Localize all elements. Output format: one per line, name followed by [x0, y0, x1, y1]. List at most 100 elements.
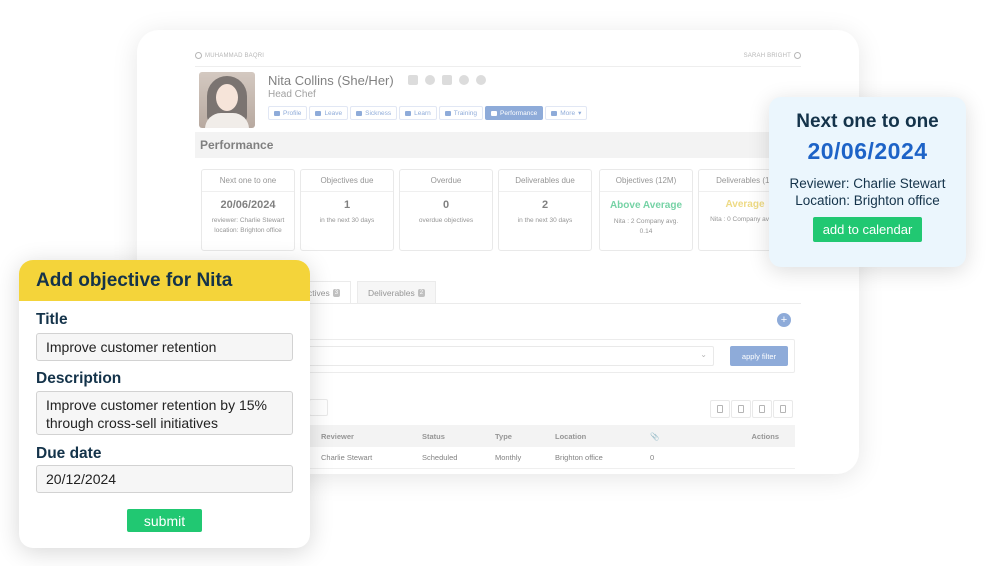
- gauge-icon: [491, 110, 498, 116]
- column-header-location[interactable]: Location: [555, 425, 586, 447]
- stat-card-objectives-due[interactable]: Objectives due 1 in the next 30 days: [300, 169, 394, 251]
- training-icon: [444, 110, 451, 116]
- divider: [195, 66, 801, 67]
- description-textarea[interactable]: Improve customer retention by 15% throug…: [36, 391, 293, 435]
- meeting-date: 20/06/2024: [807, 138, 928, 164]
- copy-button[interactable]: [710, 400, 730, 418]
- tab-learn[interactable]: Learn: [399, 106, 437, 120]
- apply-filter-button[interactable]: apply filter: [730, 346, 788, 366]
- stat-heading: Overdue: [400, 170, 492, 192]
- add-button[interactable]: +: [777, 313, 791, 327]
- cell-type: Monthly: [495, 453, 522, 462]
- table-header: Reviewer Status Type Location 📎 Actions: [309, 425, 795, 447]
- tab-profile[interactable]: Profile: [268, 106, 308, 120]
- stat-value: 2: [541, 199, 549, 211]
- next-employee-link[interactable]: SARAH BRIGHT: [744, 52, 801, 59]
- more-icon: [551, 110, 558, 116]
- stat-subtext: Nita : 2 Company avg. 0.14: [613, 218, 679, 235]
- laptop-icon: [405, 110, 412, 116]
- export-csv-button[interactable]: [731, 400, 751, 418]
- avatar: [199, 72, 255, 128]
- next-one-to-one-card: Next one to one 20/06/2024 Reviewer: Cha…: [769, 97, 966, 267]
- file-icon: [759, 405, 765, 413]
- tab-label: ctives: [308, 287, 330, 298]
- form-title: Add objective for Nita: [19, 260, 310, 301]
- table-row[interactable]: Charlie Stewart Scheduled Monthly Bright…: [309, 447, 795, 469]
- next-employee-name: SARAH BRIGHT: [743, 52, 791, 59]
- due-date-input[interactable]: 20/12/2024: [36, 465, 293, 493]
- user-icon: [274, 110, 280, 116]
- stat-subtext: in the next 30 days: [319, 217, 375, 224]
- stat-value: 1: [343, 199, 351, 211]
- file-icon: [780, 405, 786, 413]
- chevron-down-icon: ▾: [578, 110, 582, 117]
- profile-tabs: Profile Leave Sickness Learn Training Pe…: [268, 106, 588, 120]
- cell-location: Brighton office: [555, 453, 603, 462]
- tab-training[interactable]: Training: [438, 106, 484, 120]
- tab-label: More: [560, 109, 576, 117]
- stat-value: 0: [442, 199, 450, 211]
- due-date-label: Due date: [36, 445, 102, 462]
- previous-employee-link[interactable]: MUHAMMAD BAQRI: [195, 52, 264, 59]
- medical-icon: [356, 110, 363, 116]
- chevron-down-icon: ⌄: [700, 350, 707, 359]
- tab-label: Learn: [414, 109, 431, 117]
- cell-status: Scheduled: [422, 453, 458, 462]
- tab-leave[interactable]: Leave: [309, 106, 349, 120]
- export-buttons: [710, 400, 793, 418]
- cell-reviewer: Charlie Stewart: [321, 453, 373, 462]
- column-header-reviewer[interactable]: Reviewer: [321, 425, 354, 447]
- column-header-actions: Actions: [751, 431, 779, 441]
- stat-card-next-one-to-one[interactable]: Next one to one 20/06/2024 reviewer: Cha…: [201, 169, 295, 251]
- tab-sickness[interactable]: Sickness: [350, 106, 398, 120]
- title-label: Title: [36, 311, 68, 328]
- count-badge: 3: [332, 288, 341, 297]
- tab-performance[interactable]: Performance: [485, 106, 544, 120]
- tab-label: Deliverables: [368, 287, 415, 298]
- stat-value: 20/06/2024: [220, 199, 276, 211]
- chevron-left-icon: [195, 52, 202, 59]
- stat-card-deliverables-due[interactable]: Deliverables due 2 in the next 30 days: [498, 169, 592, 251]
- submit-button[interactable]: submit: [127, 509, 202, 532]
- stat-heading: Objectives (12M): [600, 170, 692, 192]
- stat-heading: Objectives due: [301, 170, 393, 192]
- column-header-status[interactable]: Status: [422, 425, 445, 447]
- meeting-location: Location: Brighton office: [795, 193, 940, 208]
- title-input[interactable]: Improve customer retention: [36, 333, 293, 361]
- filter-select[interactable]: ⌄: [307, 346, 714, 366]
- eye-icon[interactable]: [459, 75, 469, 85]
- tab-label: Sickness: [365, 109, 392, 117]
- briefcase-icon[interactable]: [408, 75, 418, 85]
- card-title: Next one to one: [796, 111, 939, 132]
- column-header-type[interactable]: Type: [495, 425, 512, 447]
- export-excel-button[interactable]: [752, 400, 772, 418]
- stat-heading: Deliverables due: [499, 170, 591, 192]
- lock-icon[interactable]: [442, 75, 452, 85]
- section-title: Performance: [195, 132, 801, 158]
- tab-label: Performance: [500, 109, 538, 117]
- stat-subtext: in the next 30 days: [517, 217, 573, 224]
- tab-label: Training: [453, 109, 478, 117]
- chevron-right-icon: [794, 52, 801, 59]
- profile-status-icons: [408, 75, 486, 85]
- cell-attachments: 0: [650, 453, 655, 462]
- tab-label: Leave: [324, 109, 343, 117]
- plus-icon: +: [780, 313, 788, 326]
- paperclip-icon: 📎: [650, 431, 660, 441]
- stat-heading: Next one to one: [202, 170, 294, 192]
- tab-more[interactable]: More ▾: [545, 106, 588, 120]
- tab-deliverables[interactable]: Deliverables 2: [357, 281, 437, 303]
- export-pdf-button[interactable]: [773, 400, 793, 418]
- stat-card-overdue[interactable]: Overdue 0 overdue objectives: [399, 169, 493, 251]
- table-search-input[interactable]: [309, 399, 328, 416]
- add-to-calendar-button[interactable]: add to calendar: [812, 217, 923, 242]
- stat-subtext: reviewer: Charlie Stewart location: Brig…: [211, 217, 285, 234]
- meeting-reviewer: Reviewer: Charlie Stewart: [789, 176, 946, 191]
- description-label: Description: [36, 370, 122, 387]
- plane-icon: [315, 110, 322, 116]
- count-badge: 2: [417, 288, 426, 297]
- tab-label: Profile: [283, 109, 302, 117]
- flame-icon[interactable]: [425, 75, 435, 85]
- stat-card-objectives-12m[interactable]: Objectives (12M) Above Average Nita : 2 …: [599, 169, 693, 251]
- globe-icon[interactable]: [476, 75, 486, 85]
